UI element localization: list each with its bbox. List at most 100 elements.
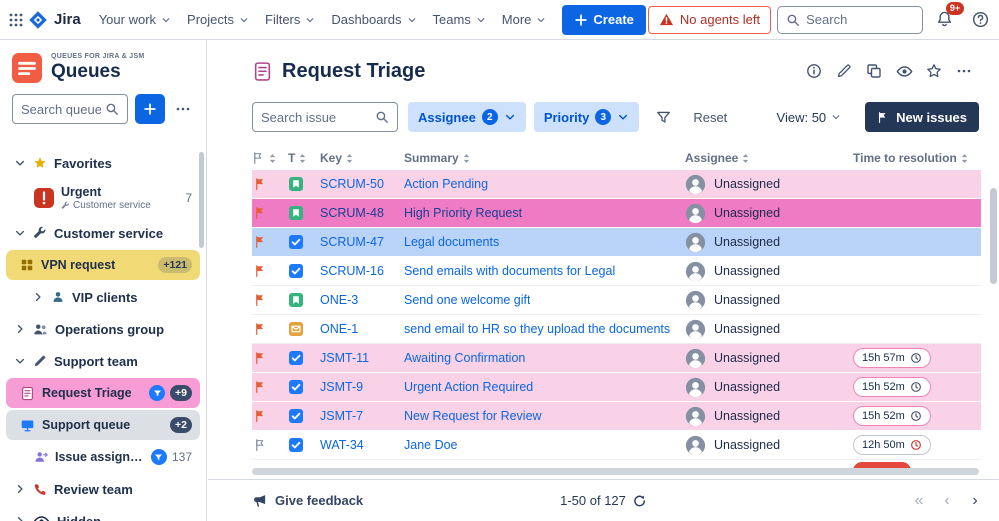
reset-button[interactable]: Reset [687, 106, 733, 129]
issue-key-link[interactable]: ONE-3 [320, 293, 358, 307]
issue-summary-link[interactable]: Send one welcome gift [404, 293, 530, 307]
issue-key-link[interactable]: SCRUM-47 [320, 235, 384, 249]
issue-summary-link[interactable]: Jane Doe [404, 438, 458, 452]
issue-row-scrum-50[interactable]: SCRUM-50Action PendingUnassigned [252, 170, 981, 199]
issue-search[interactable] [252, 102, 398, 132]
issue-summary-link[interactable]: Send emails with documents for Legal [404, 264, 615, 278]
issue-key-link[interactable]: JSMT-7 [320, 409, 363, 423]
issue-row-jsmt-11[interactable]: JSMT-11Awaiting ConfirmationUnassigned15… [252, 344, 981, 373]
issue-row-scrum-47[interactable]: SCRUM-47Legal documentsUnassigned [252, 228, 981, 257]
app-switcher-button[interactable] [8, 5, 24, 35]
horizontal-scrollbar-thumb[interactable] [252, 468, 979, 475]
column-header-key[interactable]: Key [320, 151, 404, 165]
flag-icon [877, 111, 889, 124]
summary-cell: Send one welcome gift [404, 293, 685, 307]
pager: «‹› [907, 489, 987, 513]
notifications-button[interactable]: 9+ [929, 5, 959, 35]
issue-key-link[interactable]: JSMT-11 [320, 351, 369, 365]
top-menu-projects[interactable]: Projects [179, 6, 257, 33]
sidebar-item-favorites[interactable]: Favorites [6, 148, 200, 178]
issue-row-one-1[interactable]: ONE-1 send email to HR so they upload the… [252, 315, 981, 344]
issue-key-link[interactable]: ONE-1 [320, 322, 358, 336]
issue-key-link[interactable]: SCRUM-50 [320, 177, 384, 191]
column-header-summary[interactable]: Summary [404, 151, 685, 165]
prev-page-button[interactable]: ‹ [935, 489, 959, 513]
issue-summary-link[interactable]: Legal documents [404, 235, 499, 249]
new-issues-button[interactable]: New issues [865, 102, 979, 132]
issue-summary-link[interactable]: send email to HR so they upload the docu… [404, 322, 670, 336]
filter-pill-assignee[interactable]: Assignee2 [408, 102, 526, 132]
sidebar-header-text: QUEUES FOR JIRA & JSM Queues [51, 53, 145, 83]
issue-summary-link[interactable]: High Priority Request [404, 206, 522, 220]
refresh-button[interactable] [633, 494, 647, 508]
filter-pill-priority[interactable]: Priority3 [534, 102, 640, 132]
avatar-icon [685, 406, 706, 427]
issue-row-jsmt-9[interactable]: JSMT-9Urgent Action RequiredUnassigned15… [252, 373, 981, 402]
new-issues-label: New issues [896, 110, 967, 125]
page-action-copy[interactable] [861, 58, 887, 84]
queue-search[interactable] [12, 94, 128, 124]
queue-count: 137 [172, 450, 192, 464]
issue-row-wat-34[interactable]: WAT-34Jane DoeUnassigned12h 50m [252, 431, 981, 460]
sidebar-more-button[interactable] [172, 94, 194, 124]
vertical-scrollbar-thumb[interactable] [990, 188, 997, 284]
issue-row-scrum-16[interactable]: SCRUM-16 Send emails with documents for L… [252, 257, 981, 286]
page-action-star-outline[interactable] [921, 58, 947, 84]
next-page-button[interactable]: › [963, 489, 987, 513]
sidebar-item-customer-service[interactable]: Customer service [6, 218, 200, 248]
issue-summary-link[interactable]: Urgent Action Required [404, 380, 533, 394]
issue-summary-link[interactable]: Action Pending [404, 177, 488, 191]
issue-key-link[interactable]: JSMT-9 [320, 380, 363, 394]
global-search[interactable] [777, 6, 923, 34]
sidebar-item-urgent[interactable]: UrgentCustomer service7 [6, 180, 200, 216]
column-header-assignee[interactable]: Assignee [685, 151, 853, 165]
queue-search-input[interactable] [21, 102, 101, 117]
top-menu-your-work[interactable]: Your work [91, 6, 179, 33]
sort-icon [463, 153, 470, 164]
issue-row-one-3[interactable]: ONE-3Send one welcome giftUnassigned [252, 286, 981, 315]
page-action-edit[interactable] [831, 58, 857, 84]
sidebar-scrollbar[interactable] [199, 152, 204, 248]
view-select[interactable]: View: 50 [771, 106, 848, 129]
give-feedback-button[interactable]: Give feedback [252, 493, 363, 508]
sidebar-item-support-queue[interactable]: Support queue+2 [6, 410, 200, 440]
issue-summary-link[interactable]: Awaiting Confirmation [404, 351, 525, 365]
jira-brand[interactable]: Jira [26, 10, 89, 30]
vertical-scrollbar[interactable] [990, 188, 997, 467]
top-menu-filters[interactable]: Filters [257, 6, 323, 33]
issue-key-link[interactable]: SCRUM-48 [320, 206, 384, 220]
global-search-input[interactable] [806, 12, 914, 27]
sidebar-item-request-triage[interactable]: Request Triage+9 [6, 378, 200, 408]
issue-row-scrum-48[interactable]: SCRUM-48High Priority RequestUnassigned [252, 199, 981, 228]
column-header-time-to-resolution[interactable]: Time to resolution [853, 151, 981, 165]
horizontal-scrollbar[interactable] [252, 468, 979, 475]
issue-search-input[interactable] [261, 110, 371, 125]
issue-key-link[interactable]: SCRUM-16 [320, 264, 384, 278]
issue-key-link[interactable]: WAT-34 [320, 438, 364, 452]
top-menu-teams[interactable]: Teams [425, 6, 494, 33]
sidebar-item-operations-group[interactable]: Operations group [6, 314, 200, 344]
top-menu-dashboards[interactable]: Dashboards [323, 6, 424, 33]
top-menu-more[interactable]: More [494, 6, 555, 33]
sidebar-item-issue-assignemer[interactable]: Issue assignemer137 [6, 442, 200, 472]
type-cell [288, 350, 320, 366]
column-header-t[interactable]: T [288, 151, 320, 165]
column-header-flag[interactable] [252, 151, 288, 165]
no-agents-left-button[interactable]: No agents left [648, 6, 771, 34]
issue-row-jsmt-7[interactable]: JSMT-7New Request for ReviewUnassigned15… [252, 402, 981, 431]
sidebar-item-review-team[interactable]: Review team [6, 474, 200, 504]
create-button[interactable]: Create [562, 5, 645, 35]
add-queue-button[interactable] [135, 94, 165, 124]
help-button[interactable] [965, 5, 995, 35]
page-action-eye[interactable] [891, 58, 917, 84]
queue-label: Support team [54, 354, 138, 369]
sidebar-item-support-team[interactable]: Support team [6, 346, 200, 376]
first-page-button[interactable]: « [907, 489, 931, 513]
sidebar-item-hidden[interactable]: Hidden [6, 506, 200, 521]
filter-button[interactable] [649, 103, 677, 131]
page-action-more[interactable] [951, 58, 977, 84]
issue-summary-link[interactable]: New Request for Review [404, 409, 542, 423]
sidebar-item-vpn-request[interactable]: VPN request+121 [6, 250, 200, 280]
sidebar-item-vip-clients[interactable]: VIP clients [6, 282, 200, 312]
page-action-info[interactable] [801, 58, 827, 84]
